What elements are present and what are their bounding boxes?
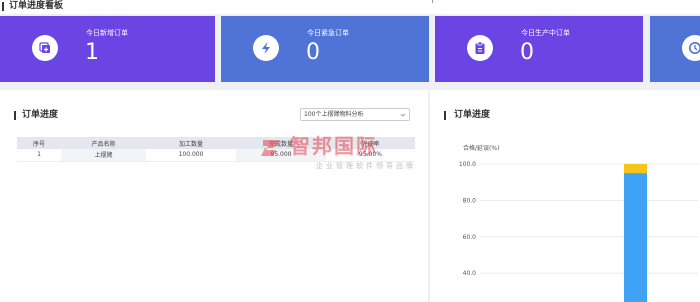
- brand-logo-icon: [261, 140, 279, 156]
- icon-circle: [253, 35, 279, 61]
- cell-index: 1: [17, 149, 61, 162]
- bar-segment-2: [624, 164, 647, 174]
- bar-segment-1: [624, 173, 647, 302]
- y-tick-label: 40.0: [463, 270, 477, 277]
- y-tick-label: 100.0: [459, 161, 476, 168]
- stat-card-in-production-orders[interactable]: 今日生产中订单 0: [435, 16, 643, 82]
- divider: [432, 0, 433, 3]
- cell-quantity: 100.000: [146, 149, 236, 162]
- stat-label: 今日紧急订单: [307, 29, 349, 37]
- lightning-icon: [262, 42, 270, 54]
- clipboard-icon: [475, 41, 485, 54]
- material-analysis-select[interactable]: 100个上摆臂物料分析: [300, 108, 410, 121]
- select-value: 100个上摆臂物料分析: [304, 111, 364, 118]
- y-tick-label: 80.0: [463, 197, 477, 204]
- title-marker: [2, 2, 4, 11]
- stat-value: 1: [85, 40, 99, 65]
- clock-icon: [689, 42, 700, 54]
- watermark: 智邦国际 企业管理软件领导品牌: [260, 130, 435, 180]
- title-marker: [14, 111, 16, 120]
- stat-card-urgent-orders[interactable]: 今日紧急订单 0: [221, 16, 429, 82]
- stat-card-new-orders[interactable]: 今日新增订单 1: [0, 16, 215, 82]
- dashboard-title: 订单进度看板: [9, 1, 64, 11]
- stat-label: 今日新增订单: [86, 29, 128, 37]
- add-document-icon: [39, 42, 50, 53]
- y-tick-label: 60.0: [463, 234, 477, 241]
- cell-product: 上摆臂: [61, 149, 146, 162]
- col-header-quantity: 加工数量: [146, 137, 236, 149]
- icon-circle: [682, 35, 700, 61]
- icon-circle: [467, 35, 493, 61]
- dashboard-header: 订单进度看板: [0, 0, 700, 14]
- order-progress-panel: 订单进度: [0, 90, 428, 302]
- panel-title: 订单进度: [22, 110, 59, 120]
- stat-label: 今日生产中订单: [521, 29, 570, 37]
- order-progress-chart: 合格/延误(%)100.080.060.040.020.0: [459, 144, 698, 302]
- stat-value: 0: [520, 40, 534, 65]
- watermark-sub-text: 企业管理软件领导品牌: [316, 162, 416, 170]
- col-header-index: 序号: [17, 137, 61, 149]
- watermark-main-text: 智邦国际: [290, 134, 378, 158]
- col-header-product: 产品名称: [61, 137, 146, 149]
- stat-card-partial[interactable]: [650, 16, 700, 82]
- stat-value: 0: [306, 40, 320, 65]
- icon-circle: [32, 35, 58, 61]
- y-axis-label: 合格/延误(%): [463, 144, 499, 152]
- chevron-down-icon: [400, 113, 406, 117]
